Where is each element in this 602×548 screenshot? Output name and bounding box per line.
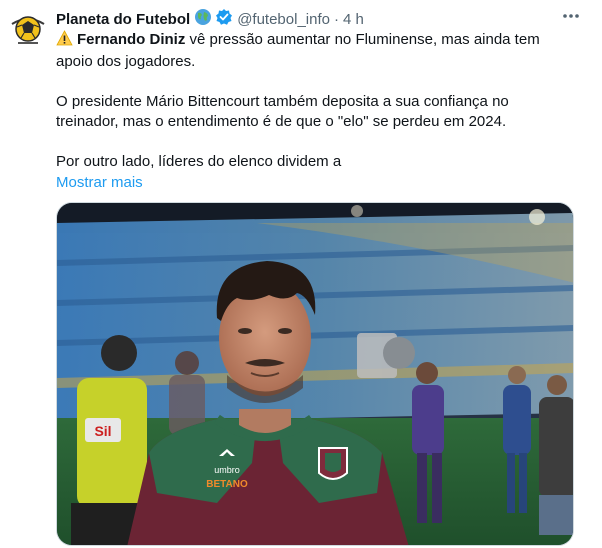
tweet-paragraph-3: Por outro lado, líderes do elenco divide… (56, 153, 342, 170)
show-more-link[interactable]: Mostrar mais (56, 173, 143, 193)
globe-icon (194, 8, 212, 30)
highlight-name: Fernando Diniz (77, 31, 186, 48)
author-handle[interactable]: @futebol_info (237, 11, 330, 28)
board-text: Sil (94, 423, 111, 439)
more-options-icon[interactable] (556, 4, 586, 28)
author-avatar[interactable] (6, 6, 50, 50)
separator-dot: · (333, 10, 339, 28)
tweet-media-photo[interactable]: Sil umbro BETANO (56, 202, 574, 546)
warning-icon (56, 30, 73, 52)
tweet-header: Planeta do Futebol @futebol_info · 4 h (56, 8, 364, 30)
stadium-photo: Sil umbro BETANO (57, 203, 573, 545)
tweet-time[interactable]: 4 h (343, 11, 364, 28)
shirt-brand-text: umbro (214, 465, 240, 475)
tweet-paragraph-2: O presidente Mário Bittencourt também de… (56, 93, 509, 130)
author-name[interactable]: Planeta do Futebol (56, 11, 190, 28)
verified-icon (215, 8, 233, 30)
shirt-sponsor-text: BETANO (206, 479, 248, 490)
tweet-card[interactable]: Planeta do Futebol @futebol_info · 4 h F… (0, 0, 602, 548)
tweet-text: Fernando Diniz vê pressão aumentar no Fl… (56, 30, 556, 193)
ball-logo-icon (11, 16, 45, 44)
tweet-paragraph-1: Fernando Diniz vê pressão aumentar no Fl… (56, 30, 556, 72)
